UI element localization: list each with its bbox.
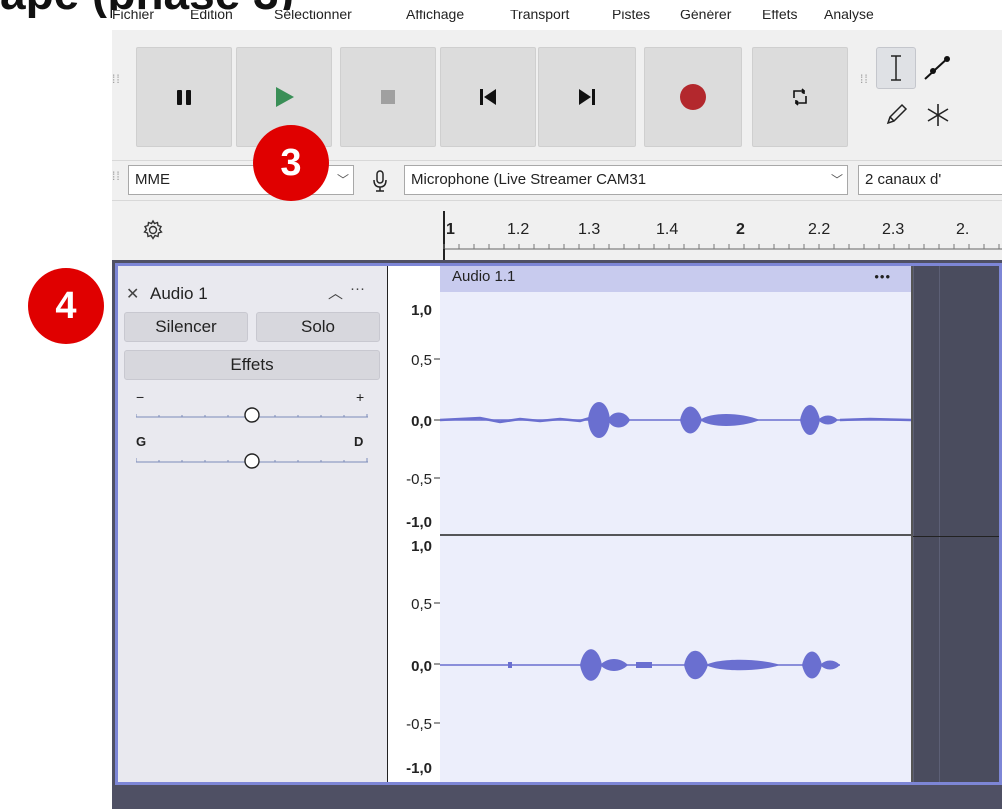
gain-slider-thumb[interactable] <box>244 407 260 423</box>
recording-device-value: Microphone (Live Streamer CAM31 <box>411 171 647 188</box>
microphone-icon <box>373 170 387 192</box>
track-menu-icon[interactable]: ··· <box>350 280 365 297</box>
chevron-down-icon: ﹀ <box>336 173 349 187</box>
timeline-toolbar: 1 1.2 1.3 1.4 2 2.2 2.3 2. <box>112 200 1002 261</box>
gear-icon[interactable] <box>142 219 164 241</box>
selection-tool[interactable] <box>876 47 916 89</box>
channels-select[interactable]: 2 canaux d' <box>858 165 1002 195</box>
pan-left-label: G <box>136 434 147 449</box>
envelope-icon <box>924 56 950 80</box>
audacity-window: Fichier Édition Sélectionner Affichage T… <box>112 10 1002 809</box>
ruler-tick-label: 2. <box>956 221 970 238</box>
menu-bar: Fichier Édition Sélectionner Affichage T… <box>112 10 1002 30</box>
menu-effets[interactable]: Effets <box>762 10 798 22</box>
annotation-badge-3: 3 <box>253 125 329 201</box>
audio-clip[interactable]: Audio 1.1 ••• <box>440 266 913 782</box>
select-icon <box>891 55 901 81</box>
stop-icon <box>381 90 395 104</box>
pause-icon <box>177 90 191 105</box>
pause-button[interactable] <box>136 47 232 147</box>
audio-track[interactable]: ✕ Audio 1 ︿ ··· Silencer Solo Effets − + <box>115 263 1002 785</box>
empty-track-area[interactable] <box>913 266 999 782</box>
menu-pistes[interactable]: Pistes <box>612 10 650 22</box>
ruler-tick-label: 2.2 <box>808 221 831 238</box>
draw-icon <box>886 103 908 125</box>
ruler-tick-label: 2.3 <box>882 221 905 238</box>
ruler-tick-label: 2 <box>736 221 745 238</box>
effects-button[interactable]: Effets <box>124 350 380 380</box>
stop-button[interactable] <box>340 47 436 147</box>
toolbar-grip[interactable]: ⁞⁞ <box>112 73 120 85</box>
multi-icon <box>927 104 949 126</box>
ruler-tick-label: 1.3 <box>578 221 601 238</box>
solo-button[interactable]: Solo <box>256 312 380 342</box>
track-control-panel: ✕ Audio 1 ︿ ··· Silencer Solo Effets − + <box>118 266 387 782</box>
track-area: ✕ Audio 1 ︿ ··· Silencer Solo Effets − + <box>112 260 1002 809</box>
mute-button[interactable]: Silencer <box>124 312 248 342</box>
ruler-ticks <box>443 211 1002 261</box>
device-toolbar: ⁞⁞ MME ﹀ Microphone (Live Streamer CAM31… <box>112 160 1002 200</box>
envelope-tool[interactable] <box>918 47 958 89</box>
record-icon <box>680 84 706 110</box>
skip-to-end-button[interactable] <box>538 47 636 147</box>
timeline-ruler[interactable]: 1 1.2 1.3 1.4 2 2.2 2.3 2. <box>386 201 1002 261</box>
ruler-tick-label: 1.4 <box>656 221 679 238</box>
pan-slider[interactable] <box>136 448 370 472</box>
menu-edition[interactable]: Édition <box>190 10 233 22</box>
clip-header[interactable]: Audio 1.1 ••• <box>440 266 911 292</box>
clip-name: Audio 1.1 <box>452 268 516 285</box>
record-button[interactable] <box>644 47 742 147</box>
chevron-down-icon: ﹀ <box>830 173 843 187</box>
menu-selectionner[interactable]: Sélectionner <box>274 10 352 22</box>
draw-tool[interactable] <box>876 94 916 136</box>
skip-end-icon <box>579 89 595 105</box>
menu-fichier[interactable]: Fichier <box>112 10 154 22</box>
menu-generer[interactable]: Générer <box>680 10 731 22</box>
track-name[interactable]: Audio 1 <box>150 284 208 304</box>
menu-transport[interactable]: Transport <box>510 10 569 22</box>
ruler-tick-label: 1 <box>446 221 455 238</box>
skip-to-start-button[interactable] <box>440 47 536 147</box>
pan-right-label: D <box>354 434 364 449</box>
waveform[interactable] <box>440 292 911 782</box>
skip-start-icon <box>480 89 496 105</box>
pan-slider-thumb[interactable] <box>244 453 260 469</box>
close-icon[interactable]: ✕ <box>126 284 139 304</box>
clip-menu-icon[interactable]: ••• <box>874 266 891 288</box>
collapse-icon[interactable]: ︿ <box>328 282 343 303</box>
audio-host-value: MME <box>135 171 170 188</box>
loop-icon <box>793 88 807 106</box>
recording-device-select[interactable]: Microphone (Live Streamer CAM31 ﹀ <box>404 165 848 195</box>
tools-grip[interactable]: ⁞⁞ <box>860 73 868 85</box>
multi-tool[interactable] <box>918 94 958 136</box>
loop-button[interactable] <box>752 47 848 147</box>
menu-affichage[interactable]: Affichage <box>406 10 464 22</box>
ruler-tick-label: 1.2 <box>507 221 530 238</box>
annotation-badge-4: 4 <box>28 268 104 344</box>
gain-slider[interactable] <box>136 400 370 424</box>
device-toolbar-grip[interactable]: ⁞⁞ <box>112 170 120 182</box>
channels-value: 2 canaux d' <box>865 171 942 188</box>
vertical-scale: 1,0 0,5 0,0 -0,5 -1,0 1,0 0,5 0,0 -0,5 -… <box>387 266 441 782</box>
play-icon <box>276 87 294 107</box>
app-root: ape (phase 3) Fichier Édition Sélectionn… <box>0 0 1002 809</box>
menu-analyse[interactable]: Analyse <box>824 10 874 22</box>
